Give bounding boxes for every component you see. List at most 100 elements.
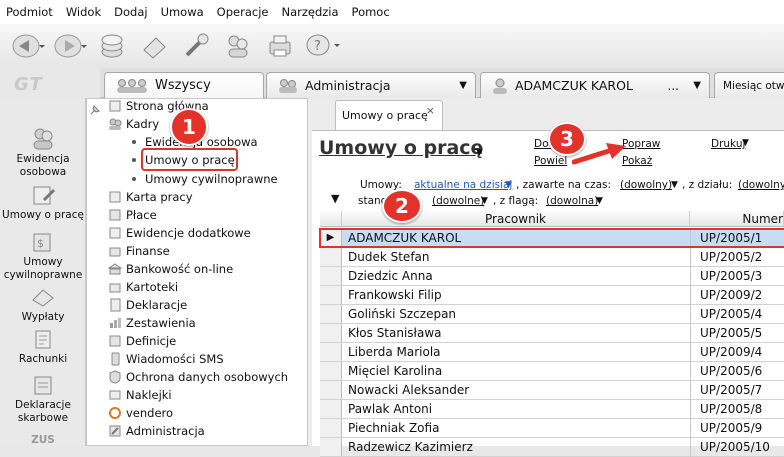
tree-item-administracja[interactable]: Administracja <box>108 424 205 438</box>
menu-operacje[interactable]: Operacje <box>217 5 269 19</box>
table-row[interactable]: Liberda Mariola UP/2009/4 <box>320 343 784 362</box>
row-selector[interactable] <box>320 438 342 456</box>
tree-item-place[interactable]: Płace <box>108 208 157 222</box>
svg-text:?: ? <box>314 39 321 54</box>
sidebar-item-deklaracje-skarbowe[interactable]: Deklaracje skarbowe <box>0 374 86 425</box>
row-selector[interactable] <box>320 343 342 361</box>
contracts-filter-value[interactable]: aktualne na dzisiaj <box>414 179 512 191</box>
callout-2: 2 <box>382 189 422 223</box>
tab-adamczuk[interactable]: ADAMCZUK KAROL ... ▼ <box>480 72 710 98</box>
menu-dodaj[interactable]: Dodaj <box>114 5 147 19</box>
home-icon <box>109 100 121 112</box>
people-group-icon[interactable] <box>220 28 256 64</box>
people-icon <box>117 78 147 93</box>
table-row[interactable]: Piechniak Zofia UP/2005/9 <box>320 419 784 438</box>
sidebar-item-ewidencja[interactable]: Ewidencja osobowa <box>0 126 86 179</box>
table-row[interactable]: Goliński Szczepan UP/2005/4 <box>320 305 784 324</box>
chevron-down-icon[interactable]: ▼ <box>476 148 483 158</box>
menu-widok[interactable]: Widok <box>66 5 101 19</box>
row-selector[interactable] <box>320 381 342 399</box>
tree-label: Kartoteki <box>126 280 179 294</box>
cell-employee: Nowacki Aleksander <box>348 383 470 397</box>
sidebar-item-more[interactable]: ZUS <box>0 434 86 447</box>
table-row[interactable]: Radzewicz Kazimierz UP/2005/10 <box>320 438 784 457</box>
column-separator <box>690 286 691 305</box>
cell-number: UP/2005/8 <box>700 402 763 416</box>
row-selector[interactable] <box>320 324 342 342</box>
print-button[interactable]: Drukuj <box>711 138 745 150</box>
row-selector[interactable] <box>320 267 342 285</box>
flag-filter-value[interactable]: (dowolna) <box>546 195 598 207</box>
help-icon[interactable]: ? <box>304 28 340 64</box>
tab-administracja[interactable]: Administracja ▼ <box>266 72 476 98</box>
tree-label: Administracja <box>126 424 205 438</box>
table-row[interactable]: Frankowski Filip UP/2009/2 <box>320 286 784 305</box>
coins-icon[interactable] <box>94 28 130 64</box>
tools-icon[interactable] <box>178 28 214 64</box>
tree-item-naklejki[interactable]: Naklejki <box>108 388 172 402</box>
dept-filter-value[interactable]: (dowolny) <box>738 179 784 191</box>
menu-pomoc[interactable]: Pomoc <box>352 5 390 19</box>
tree-item-ewidencje-dodatkowe[interactable]: Ewidencje dodatkowe <box>108 226 251 240</box>
menu-narzedzia[interactable]: Narzędzia <box>281 5 338 19</box>
eraser-icon[interactable] <box>136 28 172 64</box>
tree-item-definicje[interactable]: Definicje <box>108 334 176 348</box>
row-selector[interactable] <box>320 419 342 437</box>
page-title[interactable]: Umowy o pracę <box>319 137 483 159</box>
row-selector[interactable] <box>320 400 342 418</box>
tree-item-vendero[interactable]: vendero <box>108 406 173 420</box>
sidebar-item-wyplaty[interactable]: Wypłaty <box>0 286 86 324</box>
pin-icon[interactable] <box>89 104 101 116</box>
chevron-down-icon[interactable]: ▼ <box>459 80 467 91</box>
tree-item-umowy-cywilnoprawne[interactable]: Umowy cywilnoprawne <box>132 172 278 186</box>
tree-item-deklaracje[interactable]: Deklaracje <box>108 298 187 312</box>
column-separator <box>690 362 691 381</box>
row-selector[interactable] <box>320 286 342 304</box>
row-selector[interactable] <box>320 362 342 380</box>
menu-podmiot[interactable]: Podmiot <box>6 5 53 19</box>
close-icon[interactable]: × <box>426 104 435 117</box>
table-row[interactable]: Dudek Stefan UP/2005/2 <box>320 248 784 267</box>
tree-item-ochrona-danych[interactable]: Ochrona danych osobowych <box>108 370 288 384</box>
person-icon <box>493 78 507 94</box>
chevron-down-icon[interactable]: ▼ <box>693 80 701 91</box>
sidebar-item-umowy-cywilnoprawne[interactable]: $ Umowy cywilnoprawne <box>0 231 86 282</box>
printer-icon[interactable] <box>262 28 298 64</box>
column-separator <box>690 343 691 362</box>
chevron-down-icon[interactable]: ▼ <box>481 196 488 206</box>
tab-wszyscy[interactable]: Wszyscy <box>104 72 264 98</box>
tree-item-kartoteki[interactable]: Kartoteki <box>108 280 178 294</box>
back-icon[interactable] <box>10 28 46 64</box>
table-row[interactable]: Dziedzic Anna UP/2005/3 <box>320 267 784 286</box>
row-selector[interactable] <box>320 305 342 323</box>
table-row[interactable]: Nowacki Aleksander UP/2005/7 <box>320 381 784 400</box>
tab-umowy-o-prace[interactable]: Umowy o pracę × <box>335 100 443 130</box>
sidebar-item-umowy-o-prace[interactable]: Umowy o pracę <box>0 184 86 222</box>
row-selector[interactable] <box>320 248 342 266</box>
tab-miesiac[interactable]: Miesiąc otwa <box>714 72 784 98</box>
tree-item-finanse[interactable]: Finanse <box>108 244 170 258</box>
chevron-down-icon[interactable]: ▼ <box>671 180 678 190</box>
finance-icon <box>109 247 121 257</box>
sidebar-item-rachunki[interactable]: Rachunki <box>0 328 86 366</box>
cell-employee: Kłos Stanisława <box>348 326 442 340</box>
collapse-filters-icon[interactable]: ▼ <box>331 192 339 205</box>
chevron-down-icon[interactable]: ▼ <box>505 180 512 190</box>
tree-item-bankowosc[interactable]: Bankowość on-line <box>108 262 233 276</box>
tree-item-karta-pracy[interactable]: Karta pracy <box>108 190 193 204</box>
tree-item-sms[interactable]: Wiadomości SMS <box>108 352 224 366</box>
table-row[interactable]: Mięciel Karolina UP/2005/6 <box>320 362 784 381</box>
column-header-numer[interactable]: Numer <box>690 211 784 227</box>
table-row[interactable]: Pawlak Antoni UP/2005/8 <box>320 400 784 419</box>
forward-icon[interactable] <box>52 28 88 64</box>
chevron-down-icon[interactable]: ▼ <box>742 138 749 148</box>
tree-item-kadry[interactable]: Kadry <box>108 117 159 131</box>
position-filter-value[interactable]: (dowolne) <box>432 195 484 207</box>
chevron-down-icon[interactable]: ▼ <box>596 196 603 206</box>
tree-item-zestawienia[interactable]: Zestawienia <box>108 316 196 330</box>
menu-umowa[interactable]: Umowa <box>161 5 204 19</box>
time-filter-value[interactable]: (dowolny) <box>620 179 672 191</box>
sidebar-label: Umowy o pracę <box>2 209 84 221</box>
table-row[interactable]: Kłos Stanisława UP/2005/5 <box>320 324 784 343</box>
duplicate-button[interactable]: Powiel <box>534 155 567 167</box>
